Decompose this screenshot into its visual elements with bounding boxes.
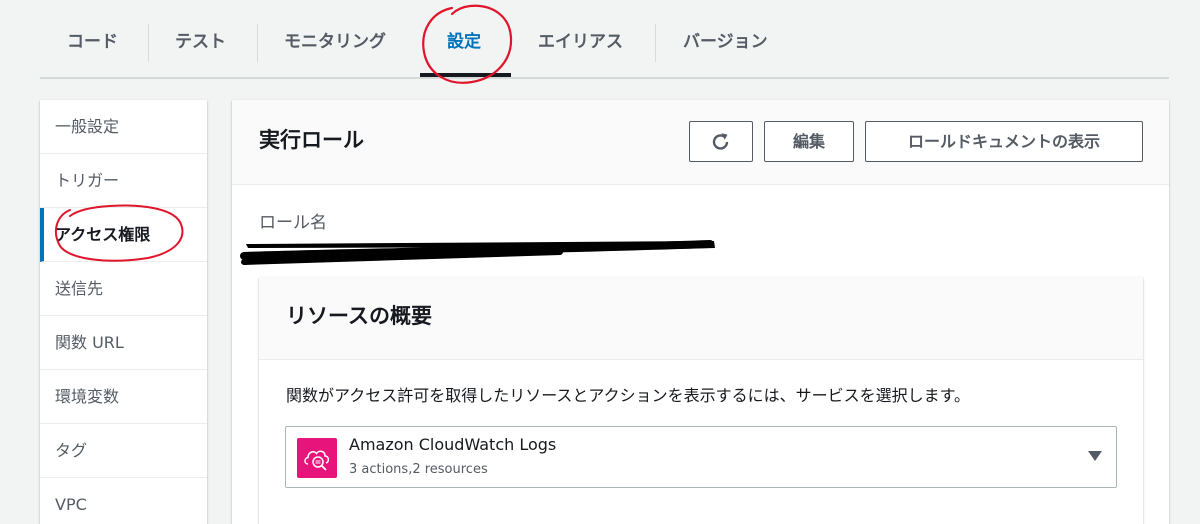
tab-settings[interactable]: 設定: [447, 22, 481, 62]
sidebar-item-general[interactable]: 一般設定: [40, 100, 207, 154]
caret-down-icon: [1088, 451, 1102, 461]
resource-summary-description: 関数がアクセス許可を取得したリソースとアクションを表示するには、サービスを選択し…: [286, 386, 971, 405]
service-select[interactable]: Amazon CloudWatch Logs 3 actions,2 resou…: [285, 426, 1117, 488]
settings-sidebar: 一般設定 トリガー アクセス権限 送信先 関数 URL 環境変数 タグ VPC: [40, 100, 207, 524]
tab-divider: [257, 24, 258, 62]
sidebar-item-triggers[interactable]: トリガー: [40, 154, 207, 208]
resource-summary-header: リソースの概要: [259, 277, 1143, 360]
tab-monitoring[interactable]: モニタリング: [284, 22, 386, 62]
edit-button[interactable]: 編集: [764, 121, 854, 162]
panel-header: 実行ロール 編集 ロールドキュメントの表示: [232, 100, 1169, 185]
sidebar-item-destinations[interactable]: 送信先: [40, 262, 207, 316]
cloudwatch-logs-icon: [297, 438, 337, 478]
resource-summary-title: リソースの概要: [286, 304, 432, 328]
refresh-icon: [712, 132, 729, 150]
execution-role-panel: 実行ロール 編集 ロールドキュメントの表示 ロール名 リソースの概要 関数がアク…: [232, 100, 1169, 524]
active-tab-indicator: [420, 73, 511, 77]
tab-versions[interactable]: バージョン: [683, 22, 768, 62]
sidebar-item-permissions[interactable]: アクセス権限: [40, 208, 207, 262]
sidebar-item-vpc[interactable]: VPC: [40, 478, 207, 524]
sidebar-item-tags[interactable]: タグ: [40, 424, 207, 478]
view-role-document-button[interactable]: ロールドキュメントの表示: [865, 121, 1143, 162]
sidebar-item-function-url[interactable]: 関数 URL: [40, 316, 207, 370]
tab-code[interactable]: コード: [67, 22, 118, 62]
service-detail: 3 actions,2 resources: [349, 462, 488, 477]
tab-divider: [655, 24, 656, 62]
service-name: Amazon CloudWatch Logs: [349, 435, 557, 454]
sidebar-item-env-vars[interactable]: 環境変数: [40, 370, 207, 424]
panel-title: 実行ロール: [259, 128, 364, 152]
refresh-button[interactable]: [689, 121, 753, 162]
resource-summary-container: リソースの概要 関数がアクセス許可を取得したリソースとアクションを表示するには、…: [259, 277, 1143, 524]
tab-aliases[interactable]: エイリアス: [538, 22, 623, 62]
tab-divider: [148, 24, 149, 62]
tab-test[interactable]: テスト: [175, 22, 226, 62]
tab-bar: コード テスト モニタリング 設定 エイリアス バージョン: [40, 0, 1169, 79]
role-name-label: ロール名: [259, 213, 327, 233]
